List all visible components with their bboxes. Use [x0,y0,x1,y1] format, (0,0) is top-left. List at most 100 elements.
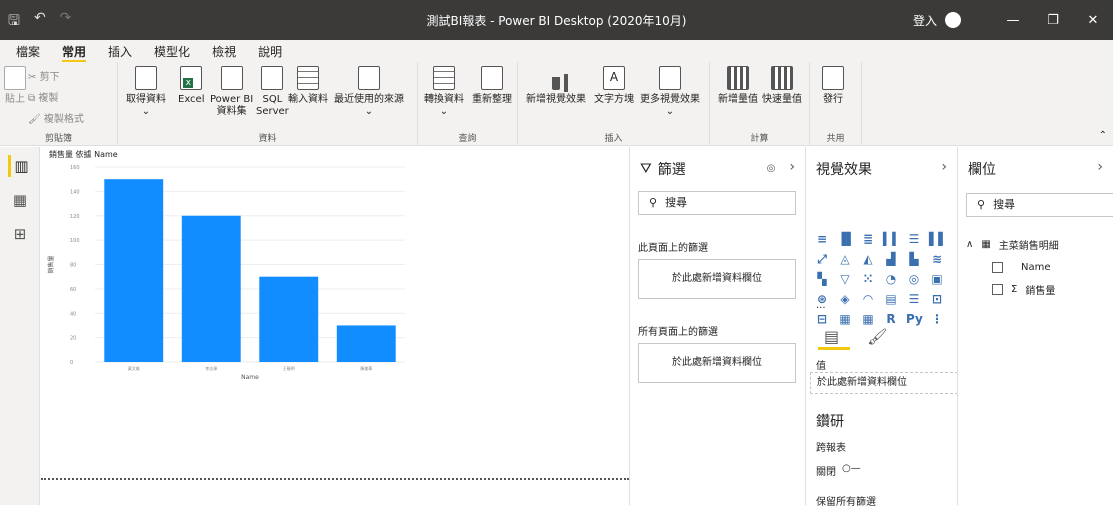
tab-insert[interactable]: 插入 [108,40,132,62]
values-drop-zone[interactable]: 於此處新增資料欄位 [810,372,958,394]
viz-type-icon[interactable]: ≋ [929,252,945,266]
excel-icon [180,66,203,90]
viz-type-icon[interactable]: ⊡ [929,292,945,306]
bar[interactable] [104,179,164,362]
field-checkbox[interactable] [992,262,1003,273]
bar[interactable] [181,215,241,362]
copy-button[interactable]: ⧉ 複製 [28,89,84,104]
viz-type-icon[interactable]: ☰ [906,232,922,246]
all-pages-drop-zone[interactable]: 於此處新增資料欄位 [638,343,796,383]
more-visuals-button[interactable]: 更多視覺效果 ⌄ [640,66,700,118]
new-measure-button[interactable]: 新增量值 [718,66,758,106]
refresh-button[interactable]: 重新整理 [472,66,512,106]
ribbon-tabs: 檔案 常用 插入 模型化 檢視 說明 [0,40,1113,62]
viz-type-icon[interactable]: Py [906,312,923,326]
calc-label: 計算 [750,134,769,144]
report-canvas[interactable]: 銷售量 依據 Name 0 20 40 60 80 100 120 140 160 黃文雄 李志偉王… [41,147,629,505]
sigma-icon: Σ [1011,284,1018,295]
tab-modeling[interactable]: 模型化 [154,40,190,62]
excel-button[interactable]: Excel [178,66,205,106]
viz-type-icon[interactable]: ◈ [837,292,853,306]
viz-type-icon[interactable]: ⋮ [929,312,945,326]
search-icon: ⚲ [649,196,658,209]
sql-icon [261,66,284,90]
field-sales[interactable]: Σ 銷售量 [992,282,1055,297]
visual-type-grid: ≡ ▐▌ ≣ ▍▍ ☰ ▌▌ ⤢ ◬ ◭ ▟ ▙ ≋ ▚ ▽ ⁙ ◔ ◎ ▣ ⊛ ◈ ◠ ▤ ☰ ⊡ ⊟ ▦ ▦ R Py ⋮ [814,232,948,326]
filters-collapse-icon[interactable]: ◎ › [767,159,795,175]
new-visual-button[interactable]: 新增視覺效果 [526,66,586,106]
quick-measure-button[interactable]: 快速量值 [762,66,802,106]
collapse-ribbon-icon[interactable]: ⌃ [1099,130,1107,141]
field-name[interactable]: Name [992,262,1051,273]
recent-sources-button[interactable]: 最近使用的來源 ⌄ [334,66,404,118]
viz-type-icon[interactable]: ⁙ [860,272,876,286]
tab-view[interactable]: 檢視 [212,40,236,62]
model-view-icon[interactable]: ⊞ [8,223,32,245]
restore-icon[interactable]: ❐ [1033,13,1073,28]
pbi-datasets-button[interactable]: Power BI 資料集 [210,66,253,118]
data-label: 資料 [258,134,277,144]
enter-data-button[interactable]: 輸入資料 [288,66,328,106]
viz-type-icon[interactable]: ▤ [883,292,899,306]
viz-type-icon[interactable]: ▦ [860,312,876,326]
format-painter-button[interactable]: 🖌 複製格式 [28,110,84,125]
viz-type-icon[interactable]: ▚ [814,272,830,286]
viz-type-icon[interactable]: ⊟ [814,312,830,326]
viz-type-icon[interactable]: ▦ [837,312,853,326]
viz-title: 視覺效果 [816,162,872,178]
viz-type-icon[interactable]: ◭ [860,252,876,266]
filters-search-input[interactable]: ⚲ 搜尋 [638,191,796,215]
viz-type-icon[interactable]: ▙ [906,252,922,266]
viz-type-icon[interactable]: R [883,312,899,326]
viz-type-icon[interactable]: ≡ [814,232,830,246]
bar[interactable] [259,276,319,362]
cut-button[interactable]: ✂ 剪下 [28,68,84,83]
avatar[interactable] [945,12,961,28]
tab-home[interactable]: 常用 [62,40,87,62]
viz-type-icon[interactable]: ☰ [906,292,922,306]
cross-report-label: 跨報表 [816,443,846,454]
more-visuals-icon[interactable]: ... [816,300,826,311]
viz-type-icon[interactable]: ◔ [883,272,899,286]
close-icon[interactable]: ✕ [1073,13,1113,28]
share-label: 共用 [826,134,845,144]
viz-type-icon[interactable]: ≣ [860,232,876,246]
bar[interactable] [336,325,396,362]
paste-button[interactable]: 貼上 [4,66,26,106]
publish-icon [822,66,844,90]
viz-type-icon[interactable]: ▽ [837,272,853,286]
transform-data-button[interactable]: 轉換資料 ⌄ [424,66,464,118]
fields-tab-icon[interactable]: ▤ [824,327,839,346]
tab-help[interactable]: 說明 [258,40,282,62]
viz-type-icon[interactable]: ▣ [929,272,945,286]
cross-report-toggle[interactable]: 關閉 ○— [816,463,861,478]
viz-type-icon[interactable]: ▐▌ [837,232,855,246]
signin-link[interactable]: 登入 [913,12,937,29]
viz-type-icon[interactable]: ◠ [860,292,876,306]
format-tab-icon[interactable]: 🖌 [867,327,887,346]
publish-button[interactable]: 發行 [822,66,844,106]
text-box-button[interactable]: A 文字方塊 [594,66,634,106]
bar-chart[interactable]: 0 20 40 60 80 100 120 140 160 黃文雄 李志偉 王曉明 陳美華 Name 銷售量 [45,155,425,395]
viz-type-icon[interactable]: ◬ [837,252,853,266]
fields-collapse-icon[interactable]: › [1097,159,1103,175]
field-checkbox[interactable] [992,284,1003,295]
viz-type-icon[interactable]: ◎ [906,272,922,286]
eye-icon[interactable]: ◎ [767,163,776,174]
data-view-icon[interactable]: ▦ [8,189,32,211]
tab-file[interactable]: 檔案 [16,40,40,62]
viz-type-icon[interactable]: ▟ [883,252,899,266]
get-data-button[interactable]: 取得資料 ⌄ [126,66,166,118]
this-page-drop-zone[interactable]: 於此處新增資料欄位 [638,259,796,299]
fields-search-input[interactable]: ⚲ 搜尋 [966,193,1113,217]
viz-type-icon[interactable]: ▍▍ [883,232,901,246]
report-view-icon[interactable]: ▥ [8,155,32,177]
viz-type-icon[interactable]: ⤢ [814,252,830,266]
table-node[interactable]: ∧ ▦ 主菜銷售明細 [966,237,1059,252]
viz-type-icon[interactable]: ▌▌ [929,232,947,246]
minimize-icon[interactable]: — [993,13,1033,28]
viz-collapse-icon[interactable]: › [941,159,947,175]
sql-server-button[interactable]: SQL Server [256,66,289,118]
filters-title: 篩選 [657,162,686,178]
clipboard-group: 貼上 ✂ 剪下 ⧉ 複製 🖌 複製格式 剪貼簿 [0,62,118,146]
